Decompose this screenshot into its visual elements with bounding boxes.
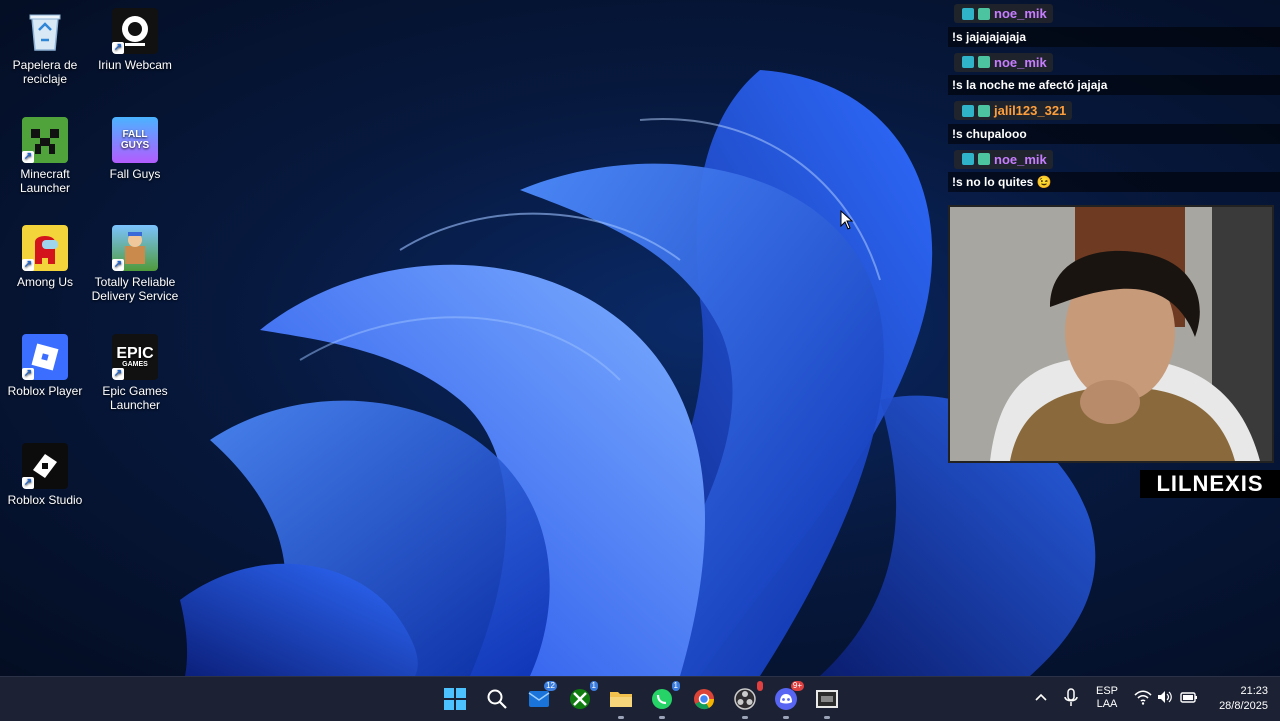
taskbar-game-app[interactable]	[813, 685, 841, 719]
desktop-icon-epic-games[interactable]: EPIC GAMES ↗ Epic Games Launcher	[90, 334, 180, 412]
running-indicator	[824, 716, 830, 719]
recording-badge	[756, 681, 763, 691]
fall-guys-icon: FALL GUYS	[112, 117, 158, 163]
start-button[interactable]	[441, 685, 469, 713]
streamer-name-label: LILNEXIS	[1140, 470, 1280, 498]
desktop[interactable]: Papelera de reciclaje ↗ Minecraft Launch…	[0, 0, 1280, 676]
windows-start-icon	[444, 688, 466, 710]
chrome-icon	[694, 689, 715, 710]
taskbar-file-explorer[interactable]	[607, 685, 635, 719]
chat-user-tag: jalil123_321	[954, 101, 1073, 120]
badge-icon	[962, 104, 974, 117]
epic-games-icon: EPIC GAMES ↗	[112, 334, 158, 380]
shortcut-arrow-icon: ↗	[112, 42, 124, 54]
among-us-icon: ↗	[22, 225, 68, 271]
badge-icon	[962, 7, 974, 20]
running-indicator	[742, 716, 748, 719]
shortcut-arrow-icon: ↗	[22, 151, 34, 163]
shortcut-arrow-icon: ↗	[22, 368, 34, 380]
running-indicator	[783, 716, 789, 719]
taskbar: 12 1 1 9+ ESP LAA 21:23 28/8/2025	[0, 676, 1280, 721]
shortcut-arrow-icon: ↗	[22, 477, 34, 489]
wifi-icon	[1134, 690, 1152, 705]
chat-overlay: noe_mik !s jajajajajaja noe_mik !s la no…	[948, 4, 1280, 198]
speaker-icon	[1158, 691, 1172, 703]
chat-message: jalil123_321 !s chupalooo	[948, 101, 1280, 144]
obs-icon	[734, 688, 756, 710]
badge-icon	[978, 7, 990, 20]
desktop-icon-recycle-bin[interactable]: Papelera de reciclaje	[0, 8, 90, 86]
roblox-studio-icon: ↗	[22, 443, 68, 489]
mouse-cursor-icon	[840, 210, 854, 230]
whatsapp-icon	[652, 689, 672, 709]
chat-text: !s la noche me afectó jajaja	[948, 75, 1280, 95]
chat-message: noe_mik !s jajajajajaja	[948, 4, 1280, 47]
taskbar-outlook[interactable]: 12	[525, 681, 557, 713]
chat-text: !s chupalooo	[948, 123, 1280, 144]
shortcut-arrow-icon: ↗	[22, 259, 34, 271]
shortcut-arrow-icon: ↗	[112, 259, 124, 271]
desktop-icon-roblox-player[interactable]: ↗ Roblox Player	[0, 334, 90, 398]
running-indicator	[618, 716, 624, 719]
badge-icon	[978, 104, 990, 117]
clock[interactable]: 21:23 28/8/2025	[1206, 684, 1268, 714]
battery-icon	[1180, 692, 1197, 703]
battery-button[interactable]	[1180, 689, 1198, 708]
chat-text: !s no lo quites 😉	[948, 172, 1280, 192]
desktop-icon-delivery-service[interactable]: ↗ Totally Reliable Delivery Service	[90, 225, 180, 303]
tray-overflow-button[interactable]	[1033, 689, 1049, 708]
webcam-feed	[948, 205, 1274, 463]
chat-username: noe_mik	[994, 151, 1047, 167]
chat-message: noe_mik !s no lo quites 😉	[948, 149, 1280, 192]
iriun-webcam-icon: ↗	[112, 8, 158, 54]
taskbar-xbox[interactable]: 1	[566, 681, 598, 713]
roblox-player-icon: ↗	[22, 334, 68, 380]
game-app-icon	[816, 690, 838, 708]
language-indicator[interactable]: ESP LAA	[1091, 685, 1123, 711]
chat-message: noe_mik !s la noche me afectó jajaja	[948, 52, 1280, 95]
microphone-button[interactable]	[1063, 688, 1079, 711]
taskbar-chrome[interactable]	[690, 685, 718, 713]
xbox-icon	[570, 689, 590, 709]
microphone-icon	[1064, 688, 1078, 706]
running-indicator	[659, 716, 665, 719]
taskbar-obs[interactable]	[731, 681, 763, 719]
desktop-icon-among-us[interactable]: ↗ Among Us	[0, 225, 90, 289]
desktop-icon-minecraft[interactable]: ↗ Minecraft Launcher	[0, 117, 90, 195]
search-button[interactable]	[483, 685, 511, 713]
chat-user-tag: noe_mik	[954, 149, 1053, 169]
desktop-icon-fall-guys[interactable]: FALL GUYS Fall Guys	[90, 117, 180, 181]
network-button[interactable]	[1134, 689, 1152, 708]
badge-icon	[962, 153, 974, 165]
badge-icon	[978, 153, 990, 165]
chat-username: jalil123_321	[994, 103, 1067, 118]
volume-button[interactable]	[1157, 689, 1173, 708]
minecraft-icon: ↗	[22, 117, 68, 163]
shortcut-arrow-icon: ↗	[112, 368, 124, 380]
search-icon	[487, 689, 507, 709]
chat-text: !s jajajajajaja	[948, 26, 1280, 47]
badge-icon	[978, 56, 990, 68]
taskbar-discord[interactable]: 9+	[772, 681, 804, 719]
delivery-service-icon: ↗	[112, 225, 158, 271]
webcam-person-image	[950, 207, 1272, 461]
chat-user-tag: noe_mik	[954, 52, 1053, 72]
chat-user-tag: noe_mik	[954, 4, 1053, 23]
folder-icon	[610, 692, 632, 707]
chat-username: noe_mik	[994, 6, 1047, 21]
chat-username: noe_mik	[994, 54, 1047, 70]
desktop-icon-roblox-studio[interactable]: ↗ Roblox Studio	[0, 443, 90, 507]
taskbar-whatsapp[interactable]: 1	[648, 681, 680, 719]
chevron-up-icon	[1035, 693, 1047, 701]
outlook-icon	[528, 691, 550, 707]
badge-icon	[962, 56, 974, 68]
desktop-icon-iriun-webcam[interactable]: ↗ Iriun Webcam	[90, 8, 180, 72]
recycle-bin-icon	[22, 8, 68, 54]
